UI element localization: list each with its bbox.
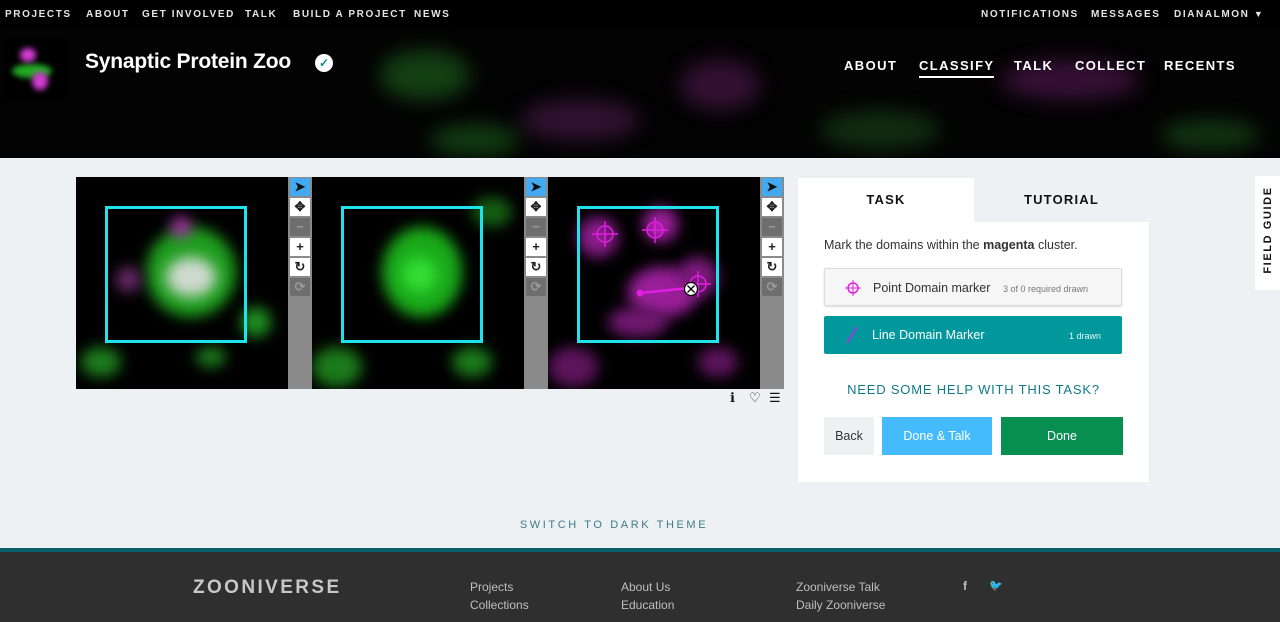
region-box (341, 206, 483, 343)
line-marker-endpoint (636, 289, 644, 297)
chevron-down-icon: ▼ (1253, 9, 1265, 19)
footer-link-education[interactable]: Education (621, 598, 674, 612)
nav-user-menu[interactable]: DIANALMON ▼ (1174, 9, 1264, 20)
nav-talk[interactable]: TALK (245, 9, 277, 20)
zoom-in-icon[interactable]: + (526, 238, 546, 256)
footer-link-projects[interactable]: Projects (470, 580, 513, 594)
project-nav-classify[interactable]: CLASSIFY (919, 58, 995, 78)
footer-link-zooniverse-talk[interactable]: Zooniverse Talk (796, 580, 880, 594)
subject-frame-3[interactable] (548, 177, 760, 389)
annotation-layer[interactable] (548, 177, 760, 389)
frame-1-toolbar: ➤ ✥ − + ↻ ⟳ (288, 177, 312, 389)
footer-link-about-us[interactable]: About Us (621, 580, 670, 594)
background-glow (520, 100, 640, 140)
zoom-out-icon[interactable]: − (290, 218, 310, 236)
verified-check-icon: ✓ (315, 54, 333, 72)
zoom-in-icon[interactable]: + (762, 238, 782, 256)
footer-link-daily-zooniverse[interactable]: Daily Zooniverse (796, 598, 885, 612)
zoom-out-icon[interactable]: − (526, 218, 546, 236)
nav-get-involved[interactable]: GET INVOLVED (142, 9, 235, 20)
frame-3-toolbar: ➤ ✥ − + ↻ ⟳ (760, 177, 784, 389)
background-glow (1160, 120, 1260, 150)
tab-tutorial[interactable]: TUTORIAL (974, 178, 1149, 222)
done-button[interactable]: Done (1001, 417, 1123, 455)
nav-news[interactable]: NEWS (414, 9, 450, 20)
background-glow (680, 60, 760, 110)
project-avatar[interactable] (4, 38, 66, 100)
nav-projects[interactable]: PROJECTS (5, 9, 72, 20)
point-marker (592, 221, 618, 247)
project-nav-about[interactable]: ABOUT (844, 58, 897, 73)
footer-link-collections[interactable]: Collections (470, 598, 529, 612)
subject-frame-1[interactable] (76, 177, 288, 389)
pan-icon[interactable]: ✥ (762, 198, 782, 216)
reset-icon[interactable]: ⟳ (290, 278, 310, 296)
facebook-icon[interactable]: f (963, 579, 967, 593)
line-marker (639, 286, 691, 295)
footer: ZOONIVERSE Projects Collections About Us… (0, 548, 1280, 622)
project-title[interactable]: Synaptic Protein Zoo (85, 50, 291, 74)
background-glow (430, 125, 520, 155)
heart-icon[interactable]: ♡ (749, 390, 761, 406)
zoom-out-icon[interactable]: − (762, 218, 782, 236)
pointer-icon[interactable]: ➤ (290, 178, 310, 196)
line-tool-icon (846, 326, 858, 344)
tool-label: Line Domain Marker (872, 328, 985, 342)
region-box (105, 206, 247, 343)
zoom-in-icon[interactable]: + (290, 238, 310, 256)
project-nav-recents[interactable]: RECENTS (1164, 58, 1236, 73)
project-nav-talk[interactable]: TALK (1014, 58, 1053, 73)
pan-icon[interactable]: ✥ (526, 198, 546, 216)
back-button[interactable]: Back (824, 417, 874, 455)
pointer-icon[interactable]: ➤ (762, 178, 782, 196)
frame-2-toolbar: ➤ ✥ − + ↻ ⟳ (524, 177, 548, 389)
subject-viewer: ➤ ✥ − + ↻ ⟳ ➤ ✥ − + ↻ ⟳ ➤ ✥ − + ↻ ⟳ (76, 177, 784, 389)
task-panel: TASK TUTORIAL Mark the domains within th… (798, 178, 1149, 482)
field-guide-tab[interactable]: FIELD GUIDE (1255, 176, 1280, 290)
info-icon[interactable]: ℹ (730, 390, 735, 406)
tool-label: Point Domain marker (873, 281, 991, 295)
rotate-icon[interactable]: ↻ (526, 258, 546, 276)
help-link[interactable]: NEED SOME HELP WITH THIS TASK? (798, 382, 1149, 397)
dark-theme-toggle[interactable]: SWITCH TO DARK THEME (0, 519, 1228, 531)
reset-icon[interactable]: ⟳ (526, 278, 546, 296)
task-instruction: Mark the domains within the magenta clus… (824, 238, 1078, 252)
crosshair-icon (845, 280, 861, 296)
project-nav-collect[interactable]: COLLECT (1075, 58, 1146, 73)
reset-icon[interactable]: ⟳ (762, 278, 782, 296)
twitter-icon[interactable]: 🐦 (989, 579, 1003, 592)
point-marker (642, 217, 668, 243)
nav-build-a-project[interactable]: BUILD A PROJECT (293, 9, 407, 20)
pointer-icon[interactable]: ➤ (526, 178, 546, 196)
nav-messages[interactable]: MESSAGES (1091, 9, 1160, 20)
done-and-talk-button[interactable]: Done & Talk (882, 417, 992, 455)
username: DIANALMON (1174, 9, 1250, 20)
nav-notifications[interactable]: NOTIFICATIONS (981, 9, 1079, 20)
tab-task[interactable]: TASK (798, 178, 974, 222)
subject-frame-2[interactable] (312, 177, 524, 389)
zooniverse-logo[interactable]: ZOONIVERSE (193, 577, 342, 599)
tool-count: 1 drawn (1069, 331, 1102, 341)
list-icon[interactable]: ☰ (769, 390, 781, 406)
nav-about[interactable]: ABOUT (86, 9, 130, 20)
field-guide-label: FIELD GUIDE (1262, 186, 1274, 274)
point-domain-tool[interactable]: Point Domain marker 3 of 0 required draw… (824, 268, 1122, 306)
rotate-icon[interactable]: ↻ (290, 258, 310, 276)
rotate-icon[interactable]: ↻ (762, 258, 782, 276)
pan-icon[interactable]: ✥ (290, 198, 310, 216)
tool-count: 3 of 0 required drawn (1003, 284, 1089, 294)
top-navigation: PROJECTS ABOUT GET INVOLVED TALK BUILD A… (0, 0, 1280, 30)
line-domain-tool[interactable]: Line Domain Marker 1 drawn (824, 316, 1122, 354)
background-glow (380, 50, 470, 100)
background-glow (820, 110, 940, 150)
